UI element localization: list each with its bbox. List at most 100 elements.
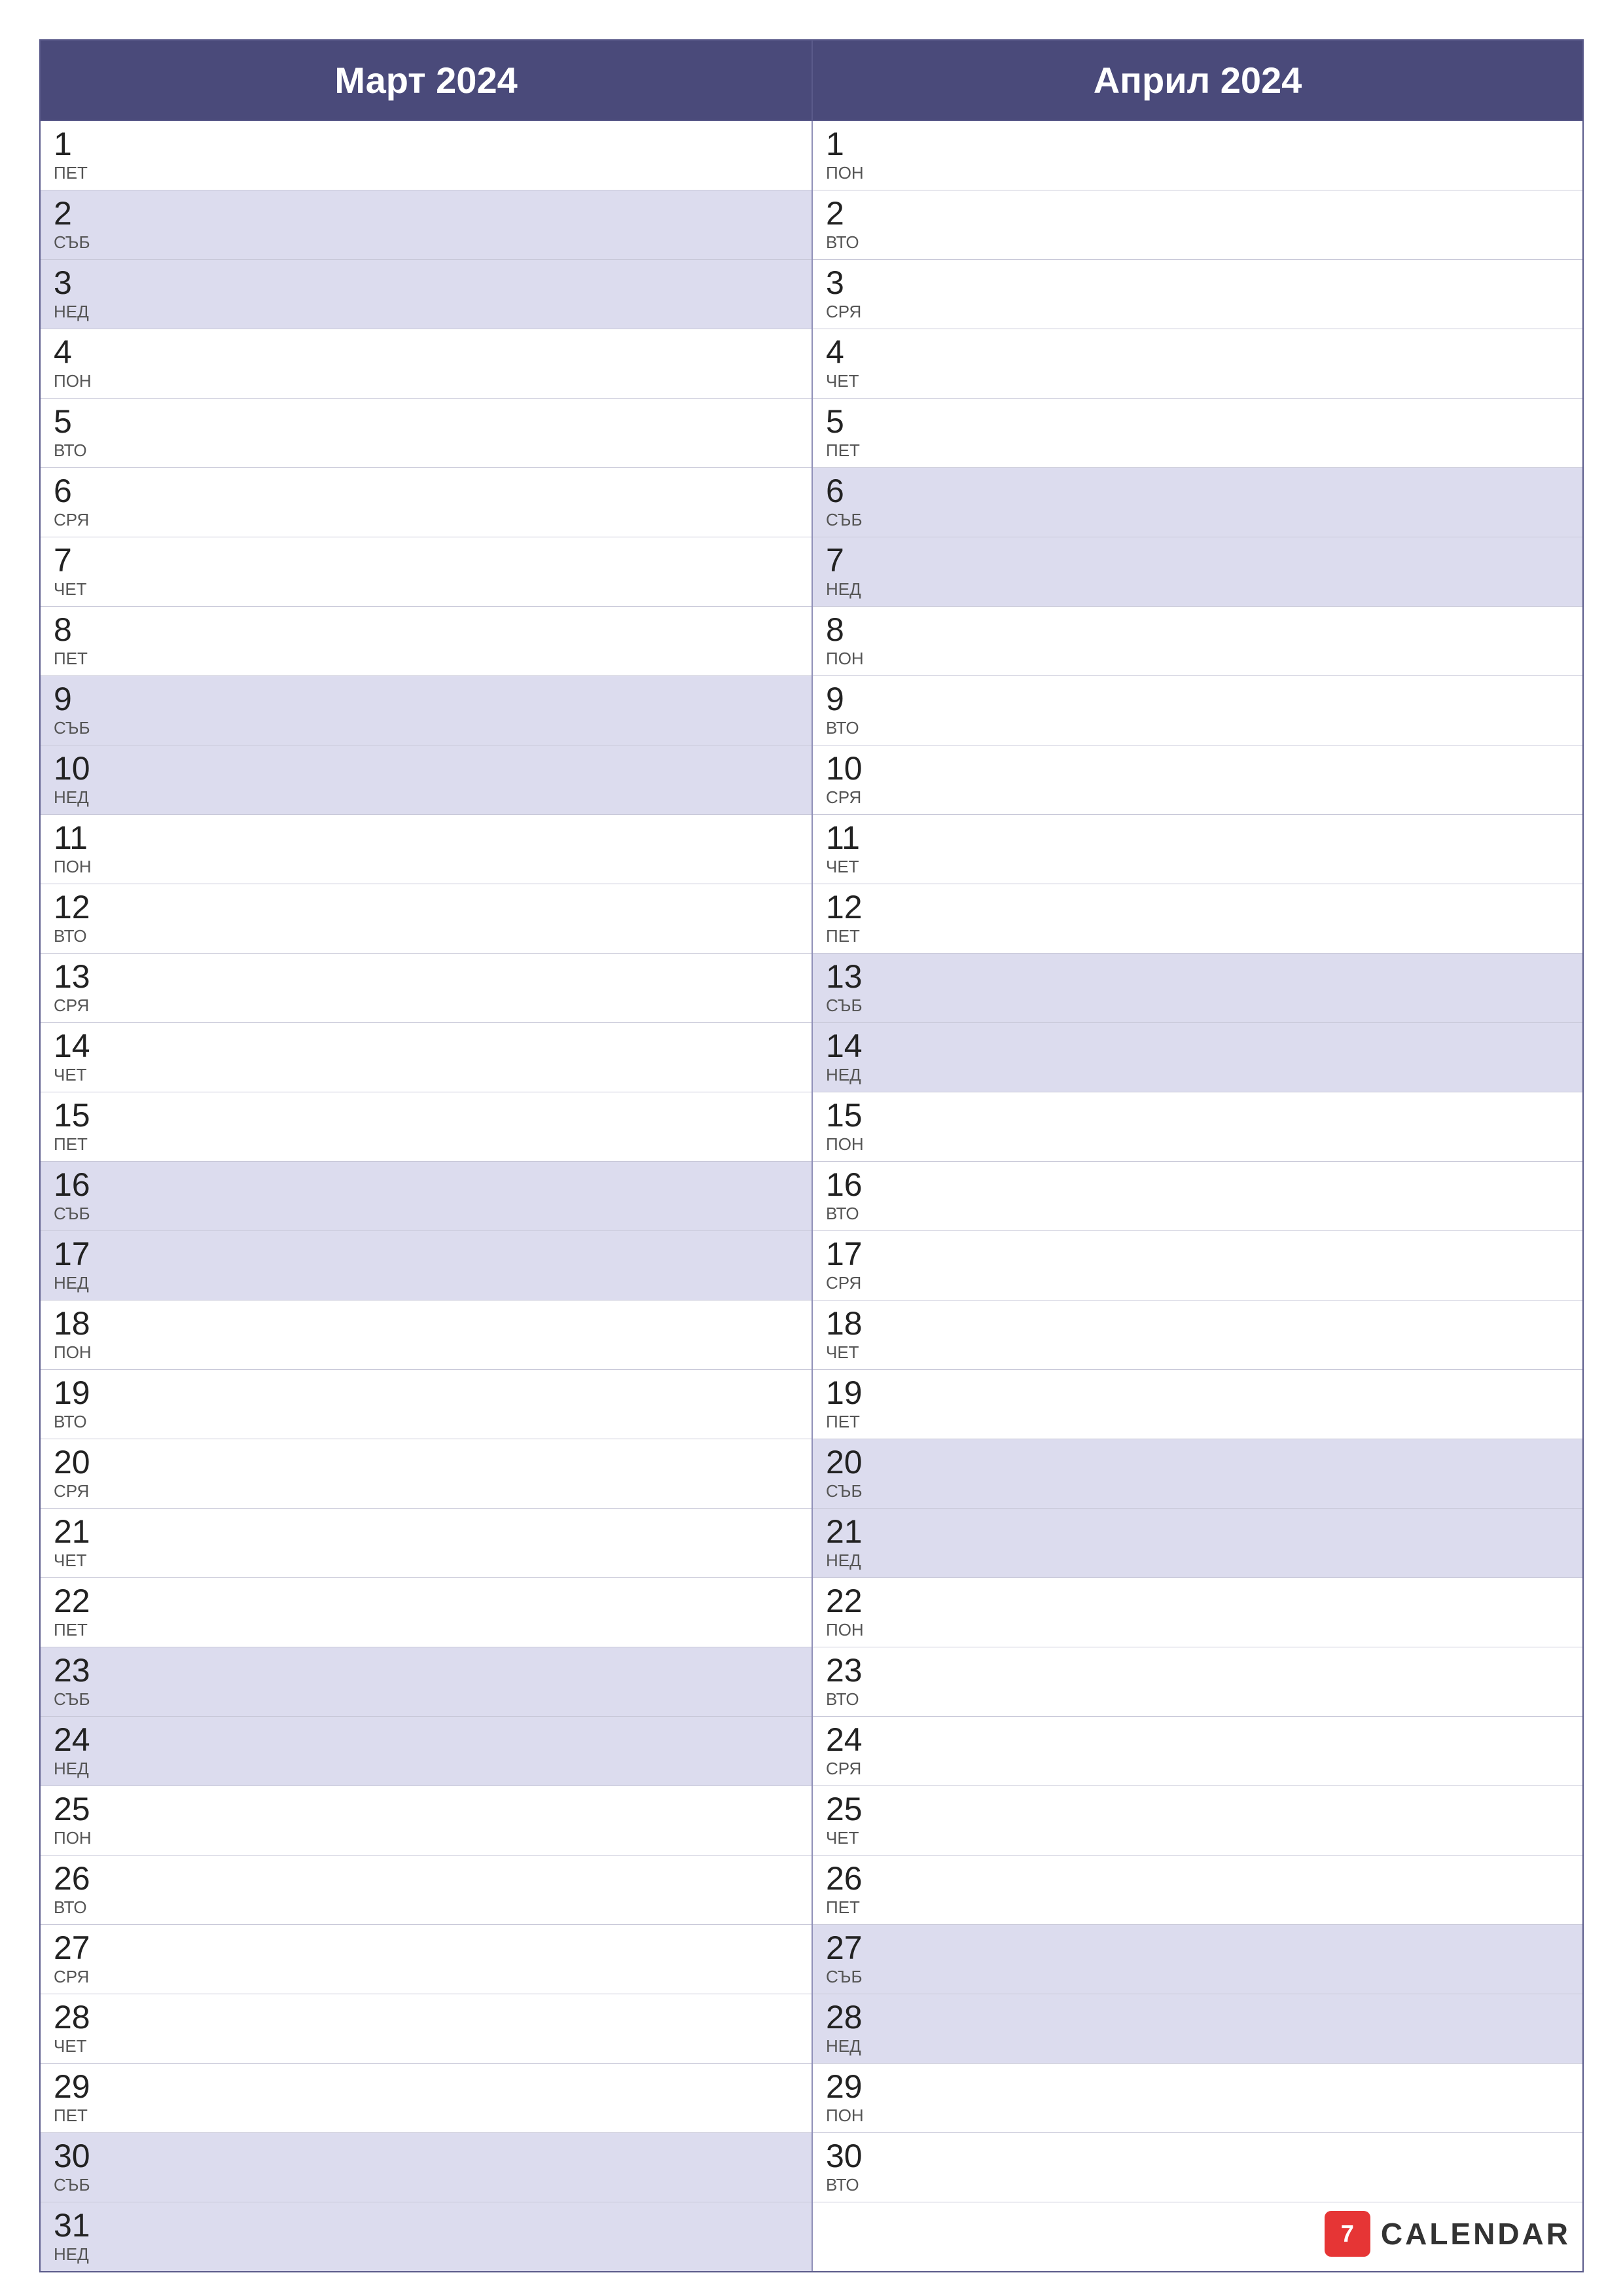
day-number: 15 [54, 1099, 99, 1132]
day-name: ПОН [826, 163, 872, 183]
day-name: СЪБ [826, 996, 872, 1016]
logo-icon: 7 [1325, 2211, 1370, 2257]
day-info: 23 ВТО [826, 1654, 872, 1710]
day-number: 28 [54, 2001, 99, 2034]
day-name: ЧЕТ [54, 579, 99, 600]
day-info: 21 НЕД [826, 1515, 872, 1571]
day-info: 4 ПОН [54, 336, 99, 391]
day-number: 2 [826, 197, 872, 230]
day-name: НЕД [54, 302, 99, 322]
day-name: СЪБ [826, 510, 872, 530]
march-header: Март 2024 [41, 41, 812, 121]
day-info: 1 ПОН [826, 128, 872, 183]
day-number: 14 [54, 1030, 99, 1062]
day-info: 24 СРЯ [826, 1723, 872, 1779]
day-number: 22 [54, 1585, 99, 1617]
day-number: 13 [54, 960, 99, 993]
april-day-22: 22 ПОН [813, 1578, 1582, 1647]
day-info: 1 ПЕТ [54, 128, 99, 183]
march-day-21: 21 ЧЕТ [41, 1509, 812, 1578]
day-name: ВТО [54, 1412, 99, 1432]
april-day-21: 21 НЕД [813, 1509, 1582, 1578]
day-number: 17 [826, 1238, 872, 1270]
day-name: ПОН [54, 857, 99, 877]
march-day-31: 31 НЕД [41, 2202, 812, 2271]
march-day-17: 17 НЕД [41, 1231, 812, 1300]
april-day-6: 6 СЪБ [813, 468, 1582, 537]
april-day-13: 13 СЪБ [813, 954, 1582, 1023]
day-name: СЪБ [54, 2175, 99, 2195]
day-info: 12 ПЕТ [826, 891, 872, 946]
day-number: 19 [826, 1376, 872, 1409]
day-info: 24 НЕД [54, 1723, 99, 1779]
april-day-4: 4 ЧЕТ [813, 329, 1582, 399]
day-number: 4 [826, 336, 872, 368]
day-number: 11 [54, 821, 99, 854]
day-info: 2 СЪБ [54, 197, 99, 253]
day-number: 18 [826, 1307, 872, 1340]
march-day-26: 26 ВТО [41, 1856, 812, 1925]
day-name: ЧЕТ [54, 2036, 99, 2056]
march-day-12: 12 ВТО [41, 884, 812, 954]
day-name: СРЯ [54, 996, 99, 1016]
march-days-column: 1 ПЕТ 2 СЪБ 3 НЕД 4 ПОН 5 ВТО [41, 121, 812, 2271]
day-number: 28 [826, 2001, 872, 2034]
day-number: 6 [826, 475, 872, 507]
day-name: ВТО [826, 232, 872, 253]
day-name: СЪБ [54, 1204, 99, 1224]
day-name: ПОН [826, 649, 872, 669]
april-day-26: 26 ПЕТ [813, 1856, 1582, 1925]
day-name: ВТО [54, 926, 99, 946]
day-name: СРЯ [54, 510, 99, 530]
day-info: 7 ЧЕТ [54, 544, 99, 600]
day-name: ПЕТ [54, 2106, 99, 2126]
day-name: ПЕТ [54, 649, 99, 669]
day-name: СЪБ [54, 232, 99, 253]
day-number: 11 [826, 821, 872, 854]
day-number: 27 [54, 1931, 99, 1964]
april-day-18: 18 ЧЕТ [813, 1300, 1582, 1370]
day-name: НЕД [826, 1065, 872, 1085]
day-info: 28 НЕД [826, 2001, 872, 2056]
calendar-grid: Март 2024 Април 2024 1 ПЕТ 2 СЪБ 3 НЕД 4 [39, 39, 1584, 2272]
logo-area: 7 CALENDAR [1325, 2211, 1571, 2257]
day-name: СЪБ [826, 1967, 872, 1987]
april-day-7: 7 НЕД [813, 537, 1582, 607]
day-info: 27 СРЯ [54, 1931, 99, 1987]
day-name: ЧЕТ [826, 371, 872, 391]
march-day-29: 29 ПЕТ [41, 2064, 812, 2133]
day-number: 10 [54, 752, 99, 785]
april-days-column: 1 ПОН 2 ВТО 3 СРЯ 4 ЧЕТ 5 ПЕТ [812, 121, 1582, 2271]
day-info: 18 ЧЕТ [826, 1307, 872, 1363]
day-name: ПЕТ [826, 1412, 872, 1432]
april-day-27: 27 СЪБ [813, 1925, 1582, 1994]
april-day-16: 16 ВТО [813, 1162, 1582, 1231]
day-info: 17 НЕД [54, 1238, 99, 1293]
day-name: ПОН [54, 371, 99, 391]
day-name: ПЕТ [826, 926, 872, 946]
april-day-19: 19 ПЕТ [813, 1370, 1582, 1439]
day-number: 8 [54, 613, 99, 646]
day-name: НЕД [54, 2244, 99, 2265]
day-name: ПЕТ [826, 1897, 872, 1918]
day-info: 30 СЪБ [54, 2140, 99, 2195]
day-number: 9 [826, 683, 872, 715]
april-day-8: 8 ПОН [813, 607, 1582, 676]
day-info: 25 ПОН [54, 1793, 99, 1848]
day-info: 14 НЕД [826, 1030, 872, 1085]
day-number: 24 [826, 1723, 872, 1756]
march-day-16: 16 СЪБ [41, 1162, 812, 1231]
march-day-30: 30 СЪБ [41, 2133, 812, 2202]
march-day-2: 2 СЪБ [41, 190, 812, 260]
day-number: 20 [826, 1446, 872, 1479]
day-number: 16 [54, 1168, 99, 1201]
day-name: СЪБ [54, 718, 99, 738]
day-number: 2 [54, 197, 99, 230]
day-name: СРЯ [54, 1967, 99, 1987]
day-number: 24 [54, 1723, 99, 1756]
april-day-29: 29 ПОН [813, 2064, 1582, 2133]
day-name: СРЯ [54, 1481, 99, 1501]
day-number: 9 [54, 683, 99, 715]
day-number: 19 [54, 1376, 99, 1409]
day-name: ПЕТ [54, 1620, 99, 1640]
